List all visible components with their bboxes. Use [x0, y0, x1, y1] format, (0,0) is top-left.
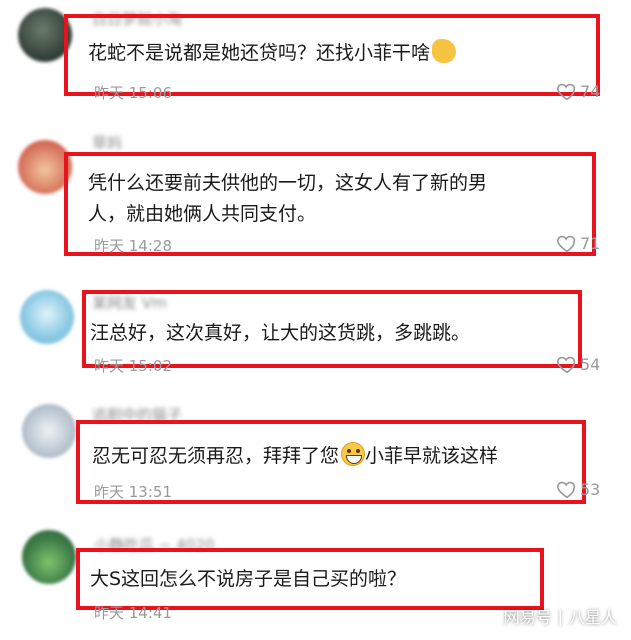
watermark-source: 网易号 [503, 608, 552, 627]
comment-text: 忍无可忍无须再忍，拜拜了您 小菲早就该这样 [92, 441, 498, 471]
like-count: 53 [580, 479, 601, 499]
heart-icon [557, 356, 576, 374]
like-button[interactable]: 71 [556, 232, 600, 254]
like-button[interactable]: 54 [556, 353, 600, 375]
timestamp: 昨天 14:41 [94, 604, 172, 622]
timestamp: 昨天 14:28 [94, 237, 172, 255]
timestamp: 昨天 15:06 [94, 84, 172, 102]
raised-fist-emoji [432, 39, 457, 63]
heart-icon [557, 481, 576, 499]
watermark-separator: | [557, 606, 563, 626]
like-count: 54 [580, 354, 601, 374]
like-button[interactable]: 53 [556, 478, 600, 500]
timestamp: 昨天 15:02 [94, 357, 172, 375]
avatar[interactable] [22, 404, 76, 458]
avatar[interactable] [20, 290, 74, 344]
avatar[interactable] [22, 530, 76, 584]
watermark-author: 八星人 [568, 608, 617, 627]
comment-text: 大S这回怎么不说房子是自己买的啦？ [90, 568, 407, 590]
heart-icon [557, 235, 576, 253]
username[interactable]: 草妈 [92, 132, 122, 153]
grinning-emoji [341, 442, 366, 466]
comment-text-line-2: 人，就由她俩人共同支付。 [88, 203, 317, 225]
watermark: 网易号 | 八星人 [504, 604, 617, 628]
like-count: 71 [580, 233, 601, 253]
comment-text-line-1: 凭什么还要前夫供他的一切，这女人有了新的男 [88, 172, 488, 194]
timestamp: 昨天 13:51 [94, 483, 172, 501]
comment-text: 汪总好，这次真好，让大的这货跳，多跳跳。 [90, 322, 471, 344]
like-button[interactable]: 74 [556, 80, 600, 102]
heart-icon [557, 83, 576, 101]
like-count: 74 [580, 81, 601, 101]
comment-text: 花蛇不是说都是她还贷吗？还找小菲干啥 [88, 38, 457, 68]
